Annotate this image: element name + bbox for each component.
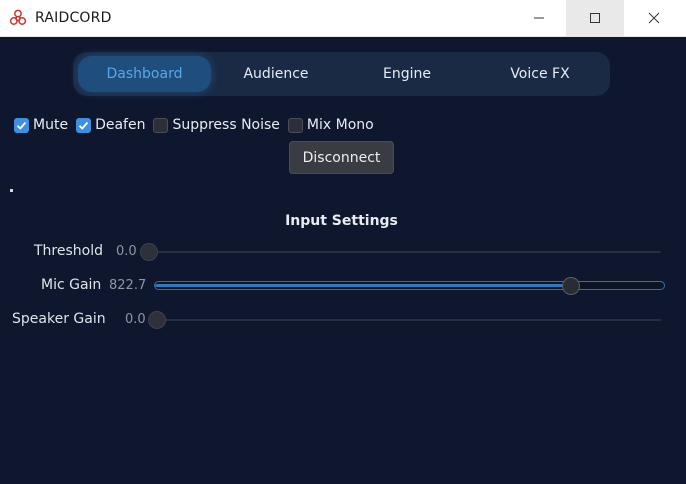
mic-gain-slider-thumb[interactable] <box>562 277 580 295</box>
options-row: Mute Deafen Suppress Noise Mix Mono <box>14 115 382 135</box>
checkbox-checked-icon <box>76 117 92 133</box>
minimize-button[interactable] <box>510 0 568 36</box>
checkbox-checked-icon <box>14 117 29 133</box>
mute-checkbox[interactable]: Mute <box>14 117 68 133</box>
maximize-icon <box>590 13 600 23</box>
checkbox-unchecked-icon <box>287 117 303 133</box>
window-title: RAIDCORD <box>35 10 112 26</box>
threshold-label: Threshold <box>34 243 103 259</box>
speaker-gain-value: 0.0 <box>125 312 146 327</box>
mic-gain-value: 822.7 <box>109 278 147 293</box>
speaker-gain-slider-track[interactable] <box>156 319 661 321</box>
close-icon <box>648 12 660 24</box>
threshold-slider-thumb[interactable] <box>140 243 158 261</box>
title-bar: RAIDCORD <box>0 0 686 37</box>
biohazard-icon <box>9 9 27 27</box>
input-settings-title: Input Settings <box>285 213 398 229</box>
mic-gain-slider-fill <box>155 284 573 287</box>
mic-gain-label: Mic Gain <box>41 277 102 293</box>
mute-label: Mute <box>33 117 69 133</box>
tab-dashboard[interactable]: Dashboard <box>78 56 211 92</box>
maximize-button[interactable] <box>566 0 624 36</box>
deafen-label: Deafen <box>95 117 146 133</box>
speaker-gain-slider-row: Speaker Gain 0.0 <box>0 310 686 330</box>
tab-bar: Dashboard Audience Engine Voice FX <box>73 52 610 96</box>
deafen-checkbox[interactable]: Deafen <box>76 117 145 133</box>
threshold-value: 0.0 <box>116 244 137 259</box>
mic-gain-slider-track[interactable] <box>154 281 665 290</box>
main-content: Dashboard Audience Engine Voice FX Mute … <box>0 37 686 484</box>
close-button[interactable] <box>625 0 683 36</box>
status-dot <box>10 189 13 192</box>
suppress-noise-checkbox[interactable]: Suppress Noise <box>153 117 280 133</box>
speaker-gain-label: Speaker Gain <box>12 311 106 327</box>
speaker-gain-slider-thumb[interactable] <box>148 311 166 329</box>
suppress-noise-label: Suppress Noise <box>172 117 280 133</box>
checkbox-unchecked-icon <box>153 117 169 133</box>
threshold-slider-row: Threshold 0.0 <box>0 242 686 262</box>
tab-voice-fx[interactable]: Voice FX <box>475 56 605 92</box>
minimize-icon <box>534 17 544 19</box>
mic-gain-slider-row: Mic Gain 822.7 <box>0 276 686 296</box>
tab-audience[interactable]: Audience <box>213 56 339 92</box>
mix-mono-checkbox[interactable]: Mix Mono <box>287 117 374 133</box>
mix-mono-label: Mix Mono <box>306 117 374 133</box>
disconnect-button[interactable]: Disconnect <box>289 141 394 174</box>
tab-engine[interactable]: Engine <box>341 56 473 92</box>
threshold-slider-track[interactable] <box>148 251 661 253</box>
